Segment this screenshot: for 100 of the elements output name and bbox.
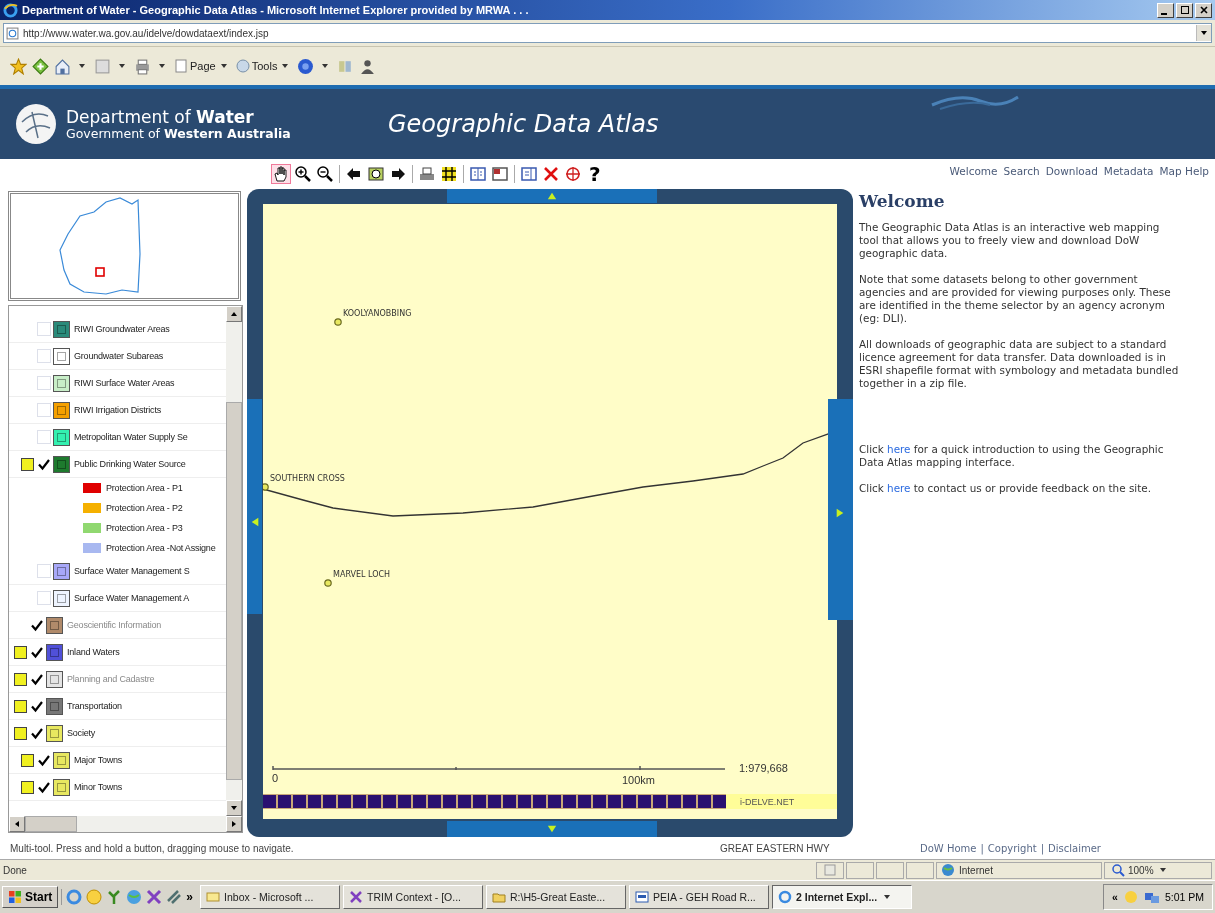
- address-field[interactable]: http://www.water.wa.gov.au/idelve/dowdataext/index.jsp: [3, 23, 1212, 43]
- query-layer-checkbox[interactable]: [21, 780, 34, 794]
- page-menu[interactable]: Page: [174, 59, 231, 73]
- caret-icon: [282, 64, 289, 68]
- nav-link[interactable]: Search: [1003, 165, 1040, 177]
- taskbar-button[interactable]: Inbox - Microsoft ...: [200, 885, 341, 909]
- taskbar-button[interactable]: 2 Internet Expl...: [772, 885, 913, 909]
- tools-menu[interactable]: Tools: [235, 59, 293, 73]
- nav-link[interactable]: Welcome: [949, 165, 998, 177]
- layer-label[interactable]: Groundwater Subareas: [74, 351, 164, 361]
- taskbar-button[interactable]: PEIA - GEH Road R...: [629, 885, 770, 909]
- query-layer-checkbox[interactable]: [14, 726, 27, 740]
- layer-label[interactable]: Transportation: [67, 701, 122, 711]
- legend-label: Protection Area - P3: [106, 523, 183, 533]
- layer-label[interactable]: RIWI Irrigation Districts: [74, 405, 161, 415]
- start-button[interactable]: Start: [2, 886, 59, 908]
- left-arrow-icon[interactable]: [13, 820, 21, 828]
- add-favorite-icon[interactable]: [32, 57, 49, 75]
- taskbar-button[interactable]: R:\H5-Great Easte...: [486, 885, 627, 909]
- here-link[interactable]: here: [887, 482, 911, 494]
- vertical-scrollbar[interactable]: [226, 306, 242, 816]
- select-icon[interactable]: [519, 164, 539, 184]
- zoom-level-bar[interactable]: [263, 794, 726, 809]
- caret-icon[interactable]: [119, 64, 125, 68]
- plant-icon[interactable]: [106, 889, 123, 905]
- help-button[interactable]: ?: [589, 162, 601, 186]
- close-button[interactable]: [1195, 2, 1212, 18]
- layer-checkbox[interactable]: [30, 699, 44, 713]
- home-icon[interactable]: [54, 57, 71, 75]
- cross-icon[interactable]: [146, 889, 163, 905]
- town-marker[interactable]: [324, 579, 332, 587]
- layer-checkbox[interactable]: [37, 457, 51, 471]
- address-dropdown-button[interactable]: [1196, 25, 1211, 41]
- caret-icon[interactable]: [322, 64, 329, 68]
- overview-map[interactable]: [8, 191, 241, 301]
- caret-icon[interactable]: [159, 64, 165, 68]
- query-layer-checkbox[interactable]: [14, 645, 27, 659]
- layer-label[interactable]: Surface Water Management S: [74, 566, 190, 576]
- layer-checkbox[interactable]: [37, 376, 51, 390]
- layer-checkbox[interactable]: [37, 430, 51, 444]
- query-layer-checkbox[interactable]: [21, 457, 34, 471]
- crosshair-icon[interactable]: [563, 164, 583, 184]
- pan-icon[interactable]: [271, 164, 291, 184]
- zoom-extent-icon[interactable]: [366, 164, 386, 184]
- query-layer-checkbox[interactable]: [14, 699, 27, 713]
- layer-checkbox[interactable]: [30, 645, 44, 659]
- footer-link[interactable]: DoW Home: [920, 842, 977, 854]
- browser-icon: [778, 890, 793, 904]
- layer-checkbox[interactable]: [37, 403, 51, 417]
- up-arrow-icon[interactable]: [230, 310, 238, 318]
- layer-checkbox[interactable]: [37, 753, 51, 767]
- town-marker[interactable]: [263, 483, 269, 491]
- layer-label[interactable]: Metropolitan Water Supply Se: [74, 432, 188, 442]
- layer-checkbox[interactable]: [37, 349, 51, 363]
- maximize-button[interactable]: [1176, 2, 1193, 18]
- layer-label[interactable]: RIWI Surface Water Areas: [74, 378, 175, 388]
- horizontal-scrollbar[interactable]: [9, 816, 242, 832]
- layer-label[interactable]: Minor Towns: [74, 782, 123, 792]
- caret-icon[interactable]: [79, 64, 85, 68]
- layer-checkbox[interactable]: [37, 780, 51, 794]
- star-icon[interactable]: [10, 57, 27, 75]
- more-button[interactable]: »: [186, 890, 194, 904]
- nav-link[interactable]: Map Help: [1159, 165, 1209, 177]
- print-icon[interactable]: [134, 57, 151, 75]
- right-arrow-icon: [834, 507, 845, 518]
- right-arrow-icon[interactable]: [230, 820, 238, 828]
- footer-link[interactable]: Copyright: [987, 842, 1037, 854]
- zoom-level-button[interactable]: 100%: [1104, 861, 1212, 879]
- window-icon[interactable]: [490, 164, 510, 184]
- zoom-in-icon[interactable]: [293, 164, 313, 184]
- legend-label: Protection Area - P2: [106, 503, 183, 513]
- table-icon[interactable]: [468, 164, 488, 184]
- nav-link[interactable]: Metadata: [1103, 165, 1154, 177]
- department-logo-icon: [14, 102, 58, 146]
- minimize-icon: [1161, 12, 1167, 15]
- down-arrow-icon[interactable]: [230, 804, 238, 812]
- layer-checkbox[interactable]: [37, 564, 51, 578]
- grid-icon[interactable]: [439, 164, 459, 184]
- tray-expand-button[interactable]: «: [1112, 891, 1118, 903]
- query-layer-checkbox[interactable]: [21, 753, 34, 767]
- zoom-out-icon[interactable]: [315, 164, 335, 184]
- footer-link[interactable]: Disclaimer: [1048, 842, 1101, 854]
- town-marker[interactable]: [334, 318, 342, 326]
- nav-link[interactable]: Download: [1045, 165, 1098, 177]
- taskbar-button[interactable]: TRIM Context - [O...: [343, 885, 484, 909]
- layer-checkbox[interactable]: [37, 322, 51, 336]
- folder-icon: [492, 890, 507, 904]
- globe-icon: [941, 863, 955, 877]
- layer-label[interactable]: Surface Water Management A: [74, 593, 190, 603]
- town-label: SOUTHERN CROSS: [270, 474, 345, 483]
- here-link[interactable]: here: [887, 443, 911, 455]
- person-icon[interactable]: [359, 57, 377, 75]
- layer-label[interactable]: Public Drinking Water Source: [74, 459, 186, 469]
- layer-label[interactable]: Inland Waters: [67, 647, 120, 657]
- layer-label[interactable]: RIWI Groundwater Areas: [74, 324, 170, 334]
- layer-checkbox[interactable]: [37, 591, 51, 605]
- minimize-button[interactable]: [1157, 2, 1174, 18]
- layer-label[interactable]: Society: [67, 728, 96, 738]
- layer-checkbox[interactable]: [30, 726, 44, 740]
- layer-label[interactable]: Major Towns: [74, 755, 123, 765]
